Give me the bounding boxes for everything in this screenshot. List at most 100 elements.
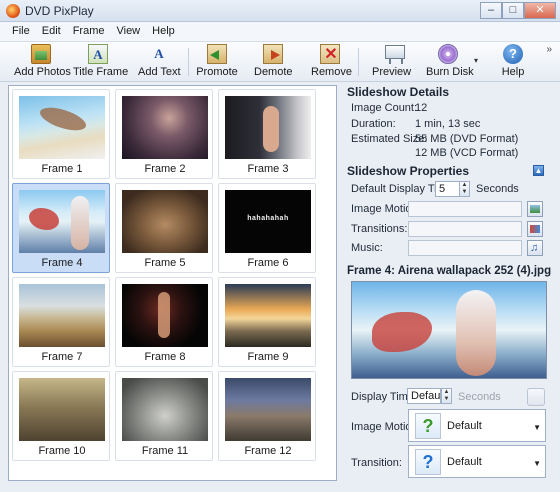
music-picker-button[interactable]: ♫ bbox=[527, 240, 543, 256]
transition-icon bbox=[530, 225, 540, 233]
frame-tile[interactable]: Frame 7 bbox=[12, 277, 110, 367]
preview-wing-shape bbox=[372, 312, 432, 352]
reset-eraser-icon[interactable] bbox=[527, 388, 545, 406]
title-frame-button[interactable]: A Title Frame bbox=[73, 44, 128, 80]
close-button[interactable]: ✕ bbox=[524, 2, 556, 19]
question-mark-icon: ? bbox=[415, 449, 441, 475]
spin-down-icon[interactable]: ▼ bbox=[444, 396, 450, 402]
help-label: Help bbox=[501, 66, 525, 78]
thumbnail-text: hahahahah bbox=[247, 215, 289, 222]
collapse-icon[interactable]: ▲ bbox=[533, 165, 544, 176]
frame-tile-selected[interactable]: Frame 4 bbox=[12, 183, 110, 273]
toolbar-separator bbox=[188, 48, 189, 76]
menu-file[interactable]: File bbox=[6, 22, 36, 41]
frame-tile[interactable]: Frame 11 bbox=[115, 371, 213, 461]
frame-thumbnail bbox=[225, 284, 311, 347]
chevron-down-icon: ▼ bbox=[533, 423, 541, 432]
frame-tile[interactable]: Frame 5 bbox=[115, 183, 213, 273]
menu-bar: File Edit Frame View Help bbox=[0, 22, 560, 42]
demote-button[interactable]: Demote bbox=[254, 44, 293, 80]
spin-up-icon[interactable]: ▲ bbox=[462, 182, 468, 188]
menu-frame[interactable]: Frame bbox=[67, 22, 111, 41]
burn-disk-label: Burn Disk bbox=[426, 66, 474, 78]
frame-label: Frame 12 bbox=[244, 445, 292, 457]
disc-icon bbox=[438, 44, 458, 64]
frame-label: Frame 5 bbox=[144, 257, 186, 269]
frame-thumbnail bbox=[122, 190, 208, 253]
image-motion-value: Default bbox=[447, 420, 482, 432]
display-time-input[interactable]: Default bbox=[407, 388, 446, 404]
frame-thumbnail bbox=[122, 284, 208, 347]
menu-view[interactable]: View bbox=[110, 22, 146, 41]
promote-icon bbox=[207, 44, 227, 64]
frame-label: Frame 7 bbox=[41, 351, 83, 363]
image-count-value: 12 bbox=[415, 102, 428, 114]
image-motion-picker-button[interactable] bbox=[527, 201, 543, 217]
frame-thumbnail bbox=[19, 96, 105, 159]
transition-value: Default bbox=[447, 456, 482, 468]
menu-help[interactable]: Help bbox=[146, 22, 181, 41]
burn-disk-dropdown-icon[interactable]: ▾ bbox=[474, 56, 478, 65]
image-motion-field[interactable] bbox=[408, 201, 522, 217]
add-photos-button[interactable]: Add Photos bbox=[14, 44, 71, 80]
frame-display-time-spinner[interactable]: ▲ ▼ bbox=[441, 388, 452, 404]
frame-thumbnail bbox=[122, 378, 208, 441]
add-text-label: Add Text bbox=[138, 66, 181, 78]
transitions-field[interactable] bbox=[408, 221, 522, 237]
frame-label: Frame 4 bbox=[41, 257, 83, 269]
transition-dropdown[interactable]: ? Default ▼ bbox=[408, 445, 546, 478]
music-note-icon: ♫ bbox=[530, 242, 539, 254]
promote-button[interactable]: Promote bbox=[196, 44, 238, 80]
burn-disk-button[interactable]: Burn Disk bbox=[426, 44, 474, 80]
remove-icon bbox=[320, 44, 341, 64]
remove-button[interactable]: Remove bbox=[311, 44, 352, 80]
frame-detail-title: Frame 4: Airena wallapack 252 (4).jpg bbox=[347, 265, 552, 277]
maximize-button[interactable]: □ bbox=[502, 2, 524, 19]
frame-label: Frame 10 bbox=[38, 445, 86, 457]
add-text-button[interactable]: A Add Text bbox=[138, 44, 181, 80]
transitions-picker-button[interactable] bbox=[527, 221, 543, 237]
frame-tile[interactable]: Frame 2 bbox=[115, 89, 213, 179]
spin-up-icon[interactable]: ▲ bbox=[444, 389, 450, 395]
frame-list[interactable]: Frame 1 Frame 2 Frame 3 Frame 4 Frame 5 … bbox=[8, 85, 337, 481]
frame-tile[interactable]: Frame 9 bbox=[218, 277, 316, 367]
music-field[interactable] bbox=[408, 240, 522, 256]
toolbar-separator bbox=[358, 48, 359, 76]
question-mark-icon: ? bbox=[415, 413, 441, 439]
demote-label: Demote bbox=[254, 66, 293, 78]
picture-icon bbox=[530, 205, 540, 213]
remove-label: Remove bbox=[311, 66, 352, 78]
window-controls: – □ ✕ bbox=[480, 2, 556, 19]
minimize-button[interactable]: – bbox=[480, 2, 502, 19]
title-frame-icon: A bbox=[88, 44, 108, 64]
spin-down-icon[interactable]: ▼ bbox=[462, 189, 468, 195]
add-text-icon: A bbox=[154, 46, 164, 61]
frame-thumbnail bbox=[19, 284, 105, 347]
frame-tile[interactable]: hahahahah Frame 6 bbox=[218, 183, 316, 273]
frame-label: Frame 8 bbox=[144, 351, 186, 363]
help-button[interactable]: ? Help bbox=[500, 44, 526, 80]
frame-tile[interactable]: Frame 8 bbox=[115, 277, 213, 367]
promote-label: Promote bbox=[196, 66, 238, 78]
display-time-spinner[interactable]: ▲ ▼ bbox=[459, 181, 470, 197]
frame-seconds-label: Seconds bbox=[458, 391, 501, 403]
transitions-label: Transitions: bbox=[351, 223, 408, 235]
frame-thumbnail bbox=[225, 96, 311, 159]
frame-tile[interactable]: Frame 3 bbox=[218, 89, 316, 179]
slideshow-properties-title: Slideshow Properties bbox=[347, 164, 470, 178]
frame-tile[interactable]: Frame 1 bbox=[12, 89, 110, 179]
frame-label: Frame 9 bbox=[247, 351, 289, 363]
preview-label: Preview bbox=[372, 66, 412, 78]
frame-label: Frame 6 bbox=[247, 257, 289, 269]
frame-thumbnail bbox=[122, 96, 208, 159]
image-motion-dropdown[interactable]: ? Default ▼ bbox=[408, 409, 546, 442]
preview-icon bbox=[381, 44, 405, 64]
toolbar-overflow-icon[interactable]: » bbox=[546, 44, 552, 55]
preview-button[interactable]: Preview bbox=[372, 44, 412, 80]
frame-tile[interactable]: Frame 12 bbox=[218, 371, 316, 461]
frame-thumbnail bbox=[19, 378, 105, 441]
frame-tile[interactable]: Frame 10 bbox=[12, 371, 110, 461]
menu-edit[interactable]: Edit bbox=[36, 22, 67, 41]
size-vcd-value: 12 MB (VCD Format) bbox=[415, 147, 519, 159]
frame-label: Frame 3 bbox=[247, 163, 289, 175]
